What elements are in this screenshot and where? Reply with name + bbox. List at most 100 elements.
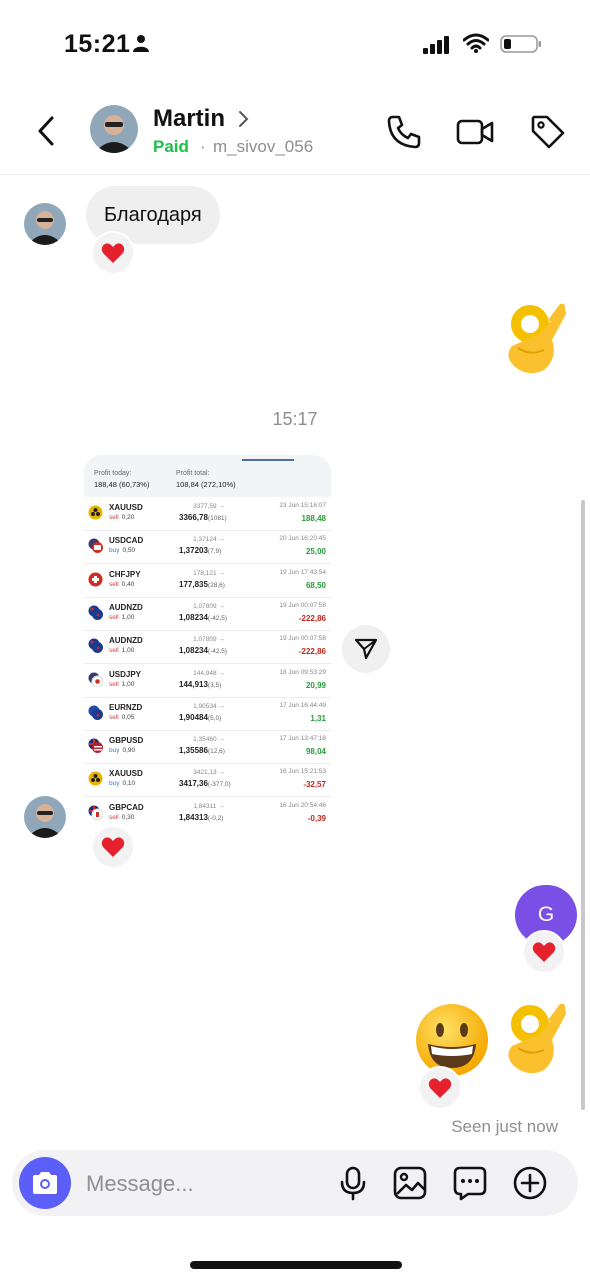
shared-screenshot[interactable]: Profit today: 188,48 (60,73%) Profit tot…	[84, 455, 331, 830]
message-input[interactable]	[84, 1164, 318, 1204]
trade-type: buy	[109, 747, 120, 755]
trade-lot: 0,05	[121, 713, 135, 721]
trade-symbol: CHFJPY	[109, 569, 141, 579]
trade-type: sell	[109, 514, 119, 521]
trade-date: 17 Jun 16:44:49	[279, 701, 326, 709]
trade-side: buy 0,90	[109, 747, 135, 754]
current-price: 3417,36(-377,0)	[179, 779, 231, 788]
price-change: (-42,5)	[207, 614, 228, 622]
trade-row: USDJPY sell 1,00 144,948 → 144,913(3,5) 18 Ju…	[84, 664, 331, 698]
currency-flag-icon	[88, 505, 103, 520]
grinning-face-emoji[interactable]	[414, 1002, 490, 1078]
avatar[interactable]	[90, 105, 138, 153]
current-price-value: 1,84313	[179, 812, 208, 822]
trade-symbol: GBPUSD	[109, 736, 144, 746]
trade-row: GBPCAD sell 0,30 1,84311 → 1,84313(-0,2) 16 J…	[84, 797, 331, 830]
video-icon[interactable]	[455, 112, 495, 152]
currency-flag-icon	[88, 572, 103, 587]
current-price-value: 144,913	[179, 679, 208, 689]
trade-profit: -222,86	[298, 613, 326, 623]
currency-flag-icon	[88, 538, 103, 554]
current-price: 1,37203(7,9)	[179, 546, 221, 555]
current-price-value: 3366,78	[179, 513, 208, 522]
trade-profit: 1,31	[310, 713, 326, 723]
gallery-icon[interactable]	[392, 1165, 428, 1201]
trade-date: 19 Jun 17:43:54	[279, 568, 326, 576]
trade-profit: 98,04	[305, 747, 326, 757]
avatar[interactable]	[24, 203, 66, 245]
trade-symbol: EURNZD	[109, 702, 143, 712]
trade-profit: -0,39	[307, 813, 326, 823]
price-change: (-42,5)	[207, 648, 228, 656]
price-change: (-0,2)	[207, 814, 224, 822]
trade-side: sell 1,00	[109, 614, 134, 621]
share-button[interactable]	[342, 625, 390, 673]
trade-type: sell	[109, 680, 119, 688]
chevron-right-icon[interactable]	[236, 110, 250, 128]
trade-lot: 0,90	[122, 747, 136, 755]
trade-type: sell	[109, 613, 119, 621]
trade-symbol: XAUUSD	[109, 503, 143, 512]
status-time: 15:21	[64, 30, 131, 58]
plus-icon[interactable]	[512, 1165, 548, 1201]
home-indicator[interactable]	[190, 1261, 402, 1269]
reaction-heart[interactable]	[418, 1066, 462, 1110]
trade-type: sell	[109, 647, 119, 655]
separator-dot: ·	[200, 137, 206, 156]
open-price: 144,948 →	[193, 669, 225, 677]
back-icon[interactable]	[30, 114, 64, 148]
contact-name[interactable]: Martin	[153, 105, 225, 133]
trade-date: 19 Jun 00:07:58	[279, 635, 326, 643]
avatar[interactable]	[24, 796, 66, 838]
trade-symbol: USDCAD	[109, 536, 144, 546]
reaction-heart[interactable]	[522, 930, 566, 974]
sticker-icon[interactable]	[452, 1165, 488, 1201]
reaction-heart[interactable]	[91, 825, 135, 869]
profit-total-value: 108,84 (272,10%)	[176, 480, 236, 489]
open-price: 1,07809 →	[193, 602, 225, 610]
microphone-icon[interactable]	[335, 1165, 371, 1201]
trade-lot: 0,30	[121, 813, 135, 821]
current-price: 1,08234(-42,5)	[179, 613, 227, 622]
price-change: (7,9)	[207, 548, 222, 556]
currency-flag-icon	[88, 705, 103, 720]
trade-side: buy 0,10	[109, 780, 135, 787]
current-price-value: 1,35586	[179, 746, 208, 756]
currency-flag-icon	[88, 672, 103, 687]
trade-side: sell 0,05	[109, 714, 134, 721]
current-price: 144,913(3,5)	[179, 680, 221, 689]
tag-icon[interactable]	[528, 112, 568, 152]
current-price: 1,08234(-42,5)	[179, 646, 227, 655]
price-change: (-377,0)	[207, 781, 231, 789]
trade-date: 18 Jun 09:53:29	[279, 668, 326, 676]
trade-row: AUDNZD sell 1,00 1,07809 → 1,08234(-42,5) 19 …	[84, 630, 331, 665]
reaction-heart[interactable]	[91, 231, 135, 275]
open-price: 1,37124 →	[193, 536, 225, 544]
trade-symbol: GBPCAD	[109, 802, 144, 812]
status-bar: 15:21	[0, 0, 590, 90]
trade-symbol: AUDNZD	[109, 636, 143, 646]
trade-type: sell	[109, 813, 119, 821]
trade-side: buy 0,50	[109, 547, 135, 554]
trade-side: sell 0,30	[109, 814, 134, 821]
ok-hand-emoji[interactable]	[500, 300, 570, 378]
person-icon	[133, 35, 149, 52]
trade-type: sell	[109, 713, 119, 721]
trade-type: buy	[109, 780, 120, 788]
currency-flag-icon	[88, 638, 103, 654]
send-icon	[354, 638, 378, 660]
current-price: 1,35586(12,6)	[179, 746, 225, 755]
trade-profit: 25,00	[305, 547, 326, 557]
current-price-value: 1,90484	[179, 712, 208, 722]
phone-icon[interactable]	[384, 112, 424, 152]
current-price-value: 1,37203	[179, 546, 208, 556]
scrollbar[interactable]	[581, 500, 585, 1110]
trade-date: 23 Jun 15:16:07	[279, 502, 326, 509]
camera-icon	[33, 1172, 57, 1194]
profit-summary: Profit today: 188,48 (60,73%) Profit tot…	[84, 455, 331, 497]
camera-button[interactable]	[19, 1157, 71, 1209]
trade-date: 16 Jun 20:54:46	[279, 801, 326, 809]
heart-icon	[101, 243, 125, 263]
trade-type: buy	[109, 547, 120, 555]
ok-hand-emoji[interactable]	[500, 1000, 570, 1078]
